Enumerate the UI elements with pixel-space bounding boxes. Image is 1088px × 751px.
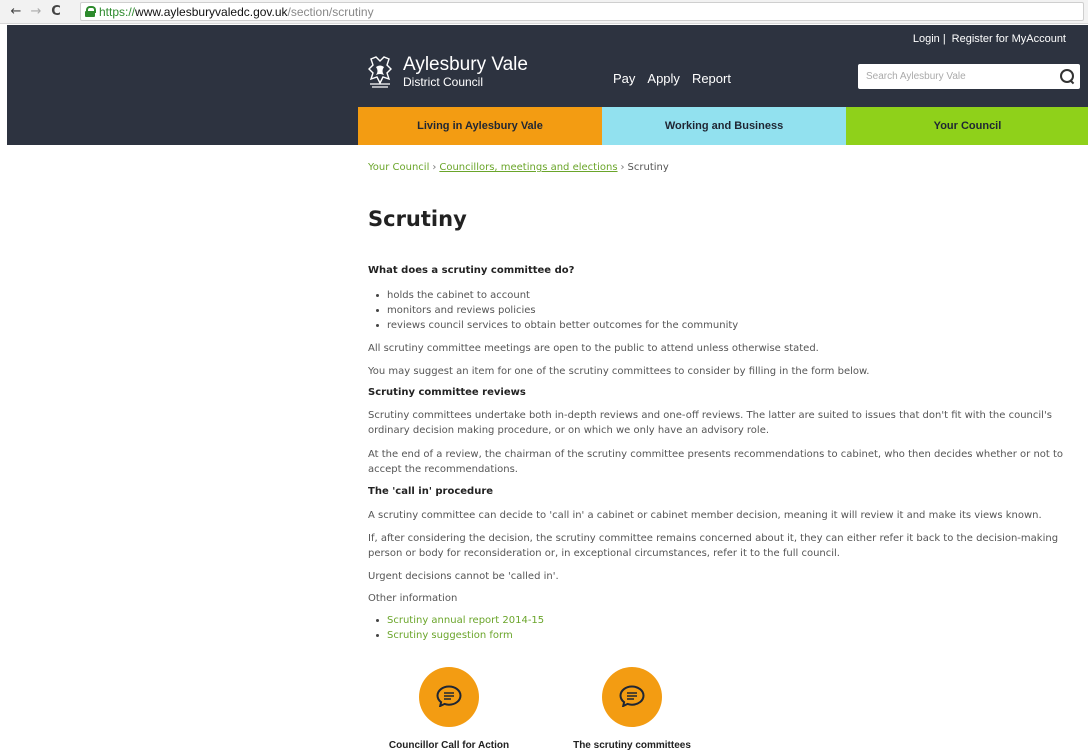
search-icon[interactable] [1060,69,1074,83]
login-link[interactable]: Login | [913,33,946,45]
paragraph-end-review: At the end of a review, the chairman of … [368,449,1064,475]
forward-arrow-icon[interactable]: → [26,2,46,22]
page-title: Scrutiny [368,207,467,231]
list-item: reviews council services to obtain bette… [376,318,738,333]
logo-subtitle: District Council [403,75,484,89]
promo-label: Councillor Call for Action [388,740,510,751]
breadcrumb-councillors[interactable]: Councillors, meetings and elections [439,162,617,173]
search-box [858,64,1080,89]
suggestion-form-link[interactable]: Scrutiny suggestion form [387,630,513,641]
breadcrumb-separator: › [620,162,625,173]
paragraph-open-meetings: All scrutiny committee meetings are open… [368,343,819,354]
reload-icon[interactable]: C [46,2,66,22]
list-item: monitors and reviews policies [376,303,738,318]
url-path: /section/scrutiny [287,4,374,19]
council-logo[interactable]: Aylesbury Vale District Council [367,55,528,89]
list-item: holds the cabinet to account [376,288,738,303]
search-input[interactable] [866,71,1056,82]
promo-councillor-call[interactable]: Councillor Call for Action [374,667,524,751]
heading-call-in: The 'call in' procedure [368,486,494,497]
paragraph-other-info: Other information [368,593,458,604]
url-scheme: https:// [99,4,136,19]
list-item: Scrutiny suggestion form [376,628,544,643]
paragraph-reviews: Scrutiny committees undertake both in-de… [368,410,1052,436]
logo-text: Aylesbury Vale District Council [403,54,528,90]
chat-bubble-icon [436,685,462,707]
promo-circle [419,667,479,727]
paragraph-urgent: Urgent decisions cannot be 'called in'. [368,571,559,582]
tab-living[interactable]: Living in Aylesbury Vale [358,107,602,145]
other-info-links: Scrutiny annual report 2014-15 Scrutiny … [376,613,544,643]
site-header: Login | Register for MyAccount Aylesbury… [7,25,1088,145]
annual-report-link[interactable]: Scrutiny annual report 2014-15 [387,615,544,626]
list-item: Scrutiny annual report 2014-15 [376,613,544,628]
back-arrow-icon[interactable]: ← [6,2,26,22]
browser-toolbar: ← → C https://www.aylesburyvaledc.gov.uk… [0,0,1088,24]
tab-working[interactable]: Working and Business [602,107,846,145]
breadcrumb-separator: › [432,162,437,173]
url-text: https://www.aylesburyvaledc.gov.uk/secti… [99,5,374,19]
paragraph-suggest-item: You may suggest an item for one of the s… [368,366,870,377]
paragraph-call-in: A scrutiny committee can decide to 'call… [368,510,1042,521]
duties-list: holds the cabinet to account monitors an… [376,288,738,333]
chat-bubble-icon [619,685,645,707]
heading-what-does: What does a scrutiny committee do? [368,265,575,276]
crest-icon [367,55,393,89]
top-nav: Pay Apply Report [613,71,731,86]
tab-your-council[interactable]: Your Council [846,107,1088,145]
promo-label: The scrutiny committees [573,740,691,751]
paragraph-after-considering: If, after considering the decision, the … [368,533,1059,559]
account-links: Login | Register for MyAccount [913,33,1066,45]
logo-title: Aylesbury Vale [403,54,528,75]
heading-reviews: Scrutiny committee reviews [368,387,526,398]
breadcrumb: Your Council › Councillors, meetings and e… [368,162,669,173]
promo-circle [602,667,662,727]
url-host: www.aylesburyvaledc.gov.uk [135,4,288,19]
breadcrumb-your-council[interactable]: Your Council [368,162,429,173]
nav-pay[interactable]: Pay [613,71,635,86]
promo-scrutiny-committees[interactable]: The scrutiny committees [557,667,707,751]
lock-icon [85,6,96,17]
nav-report[interactable]: Report [692,71,731,86]
breadcrumb-current: Scrutiny [627,162,669,173]
section-tabs: Living in Aylesbury Vale Working and Bus… [358,107,1088,145]
nav-apply[interactable]: Apply [647,71,680,86]
register-link[interactable]: Register for MyAccount [952,33,1066,45]
address-bar[interactable]: https://www.aylesburyvaledc.gov.uk/secti… [80,2,1084,21]
